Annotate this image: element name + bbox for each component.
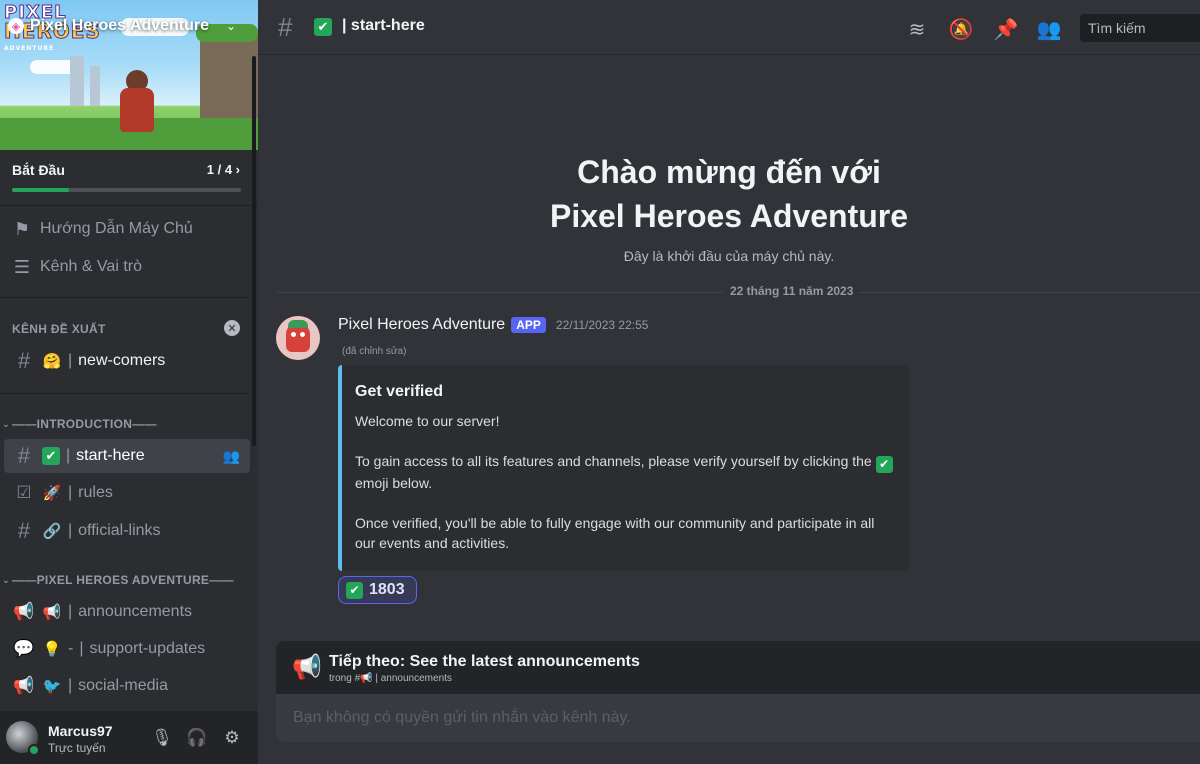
server-sidebar: PIXEL HEROES ADVENTURE ◈ Pixel Heroes Ad… — [0, 0, 258, 764]
next-channel-subtitle: trong #📢 | announcements — [329, 673, 452, 684]
check-mark-emoji: ✔ — [42, 447, 60, 465]
composer-disabled-text: Bạn không có quyền gửi tin nhắn vào kênh… — [293, 709, 631, 726]
channel-official-links[interactable]: # 🔗 | official-links — [4, 514, 250, 548]
channel-name: start-here — [76, 447, 145, 464]
loudspeaker-emoji: 📢 — [42, 604, 62, 621]
embed-title: Get verified — [355, 383, 444, 400]
welcome-subtitle: Đây là khởi đầu của máy chủ này. — [623, 248, 835, 264]
search-input[interactable]: Tìm kiếm — [1080, 14, 1200, 42]
divider — [0, 297, 250, 298]
channel-name: support-updates — [89, 640, 206, 657]
welcome-line-2: Pixel Heroes Adventure — [549, 198, 909, 234]
hugging-face-emoji: 🤗 — [42, 353, 62, 370]
message-author[interactable]: Pixel Heroes Adventure — [338, 316, 505, 334]
embed-paragraph: Once verified, you'll be able to fully e… — [355, 515, 875, 551]
microphone-icon[interactable]: 🎙 — [151, 727, 173, 749]
channel-announcements[interactable]: 📢 📢 | announcements — [4, 595, 250, 629]
reaction-button[interactable]: ✔ 1803 — [338, 576, 417, 604]
check-mark-emoji: ✔ — [875, 456, 893, 473]
server-guide-label: Hướng Dẫn Máy Chủ — [40, 220, 193, 237]
embed-paragraph: Welcome to our server! — [355, 413, 500, 429]
member-list-icon[interactable]: 👥 — [1036, 16, 1062, 42]
light-bulb-emoji: 💡 — [42, 641, 62, 658]
bird-emoji: 🐦 — [42, 678, 62, 695]
hash-icon: # — [17, 348, 31, 373]
channel-support-updates[interactable]: 💬 💡 - | support-updates — [4, 632, 250, 666]
next-channel-title: Tiếp theo: See the latest announcements — [329, 653, 640, 670]
invite-member-icon[interactable]: 👥 — [223, 448, 240, 465]
channel-name: social-media — [78, 677, 168, 694]
channel-list-icon: ☰ — [13, 256, 31, 277]
pin-icon[interactable]: 📌 — [993, 16, 1019, 42]
suggested-channels-header: KÊNH ĐỀ XUẤT — [12, 322, 106, 336]
channel-new-comers[interactable]: # 🤗 | new-comers — [4, 344, 250, 378]
hash-icon: # — [17, 443, 31, 468]
channel-name: rules — [78, 484, 113, 501]
channel-title: | start-here — [342, 17, 425, 34]
user-status: Trực tuyến — [48, 741, 106, 755]
notification-bell-muted-icon[interactable]: 🔕 — [948, 16, 974, 42]
channel-name: announcements — [78, 603, 193, 620]
onboarding-count: 1 / 4 › — [206, 162, 240, 177]
server-name-header[interactable]: ◈ Pixel Heroes Adventure ⌄ — [8, 10, 252, 42]
channels-roles-label: Kênh & Vai trò — [40, 258, 142, 275]
onboarding-progress-bar — [12, 188, 241, 192]
server-guide-link[interactable]: ⚑ Hướng Dẫn Máy Chủ — [12, 213, 193, 245]
chevron-down-icon: ⌄ — [2, 574, 10, 585]
server-name: Pixel Heroes Adventure — [30, 17, 210, 34]
hero-character-image — [120, 88, 154, 132]
signpost-icon: ⚑ — [13, 218, 31, 239]
welcome-line-1: Chào mừng đến với — [577, 154, 881, 190]
app-badge: APP — [511, 317, 546, 333]
check-mark-emoji: ✔ — [346, 581, 363, 599]
forum-channel-icon: 💬 — [13, 639, 35, 658]
message-timestamp: 22/11/2023 22:55 — [555, 318, 649, 332]
headphones-icon[interactable]: 🎧 — [186, 727, 208, 749]
megaphone-icon: 📢 — [292, 654, 322, 681]
username[interactable]: Marcus97 — [48, 723, 113, 739]
onboarding-progress[interactable]: Bắt Đầu 1 / 4 › — [0, 150, 258, 206]
embed-paragraph: To gain access to all its features and c… — [355, 451, 893, 493]
message-embed: Get verified Welcome to our server! To g… — [338, 365, 909, 571]
close-icon[interactable]: ✕ — [224, 320, 240, 336]
category-pixel-heroes[interactable]: ⌄ ——PIXEL HEROES ADVENTURE—— — [0, 570, 234, 590]
check-mark-emoji: ✔ — [314, 18, 332, 36]
edited-label: (đã chỉnh sửa) — [342, 346, 407, 357]
welcome-section: Chào mừng đến với Pixel Heroes Adventure… — [258, 150, 1200, 264]
channel-social-media[interactable]: 📢 🐦 | social-media — [4, 669, 250, 703]
message-header: Pixel Heroes Adventure APP 22/11/2023 22… — [338, 316, 648, 334]
channel-header: # ✔ | start-here ≋ 🔕 📌 👥 Tìm kiếm — [258, 0, 1200, 55]
author-avatar[interactable] — [276, 316, 320, 360]
onboarding-title: Bắt Đầu — [12, 162, 65, 178]
date-divider-label: 22 tháng 11 năm 2023 — [724, 284, 860, 298]
message-composer: Bạn không có quyền gửi tin nhắn vào kênh… — [276, 694, 1200, 742]
reaction-count: 1803 — [369, 581, 405, 598]
divider — [0, 393, 250, 394]
channel-rules[interactable]: ☑ 🚀 | rules — [4, 476, 250, 510]
channel-name: official-links — [78, 522, 161, 539]
threads-icon[interactable]: ≋ — [904, 16, 930, 42]
link-emoji: 🔗 — [42, 523, 62, 540]
announcement-channel-icon: 📢 — [13, 676, 35, 695]
channel-start-here[interactable]: # ✔ | start-here 👥 — [4, 439, 250, 473]
boost-icon: ◈ — [8, 18, 24, 34]
chevron-down-icon: ⌄ — [226, 19, 237, 33]
hash-icon: # — [278, 12, 293, 42]
date-divider: 22 tháng 11 năm 2023 — [276, 284, 1200, 298]
gear-icon[interactable]: ⚙ — [221, 727, 243, 749]
announcement-channel-icon: 📢 — [13, 602, 35, 621]
rocket-emoji: 🚀 — [42, 485, 62, 502]
onboarding-progress-fill — [12, 188, 70, 192]
rules-channel-icon: ☑ — [16, 483, 32, 502]
channel-name: new-comers — [78, 352, 166, 369]
chevron-down-icon: ⌄ — [2, 418, 10, 429]
sidebar-scrollbar[interactable] — [252, 56, 256, 446]
user-panel: Marcus97 Trực tuyến 🎙 🎧 ⚙ — [0, 711, 258, 764]
category-introduction[interactable]: ⌄ ——INTRODUCTION—— — [0, 414, 157, 434]
hash-icon: # — [17, 518, 31, 543]
online-status-icon — [28, 744, 40, 756]
next-channel-bar[interactable]: 📢 Tiếp theo: See the latest announcement… — [276, 641, 1200, 694]
channels-roles-link[interactable]: ☰ Kênh & Vai trò — [12, 251, 142, 283]
